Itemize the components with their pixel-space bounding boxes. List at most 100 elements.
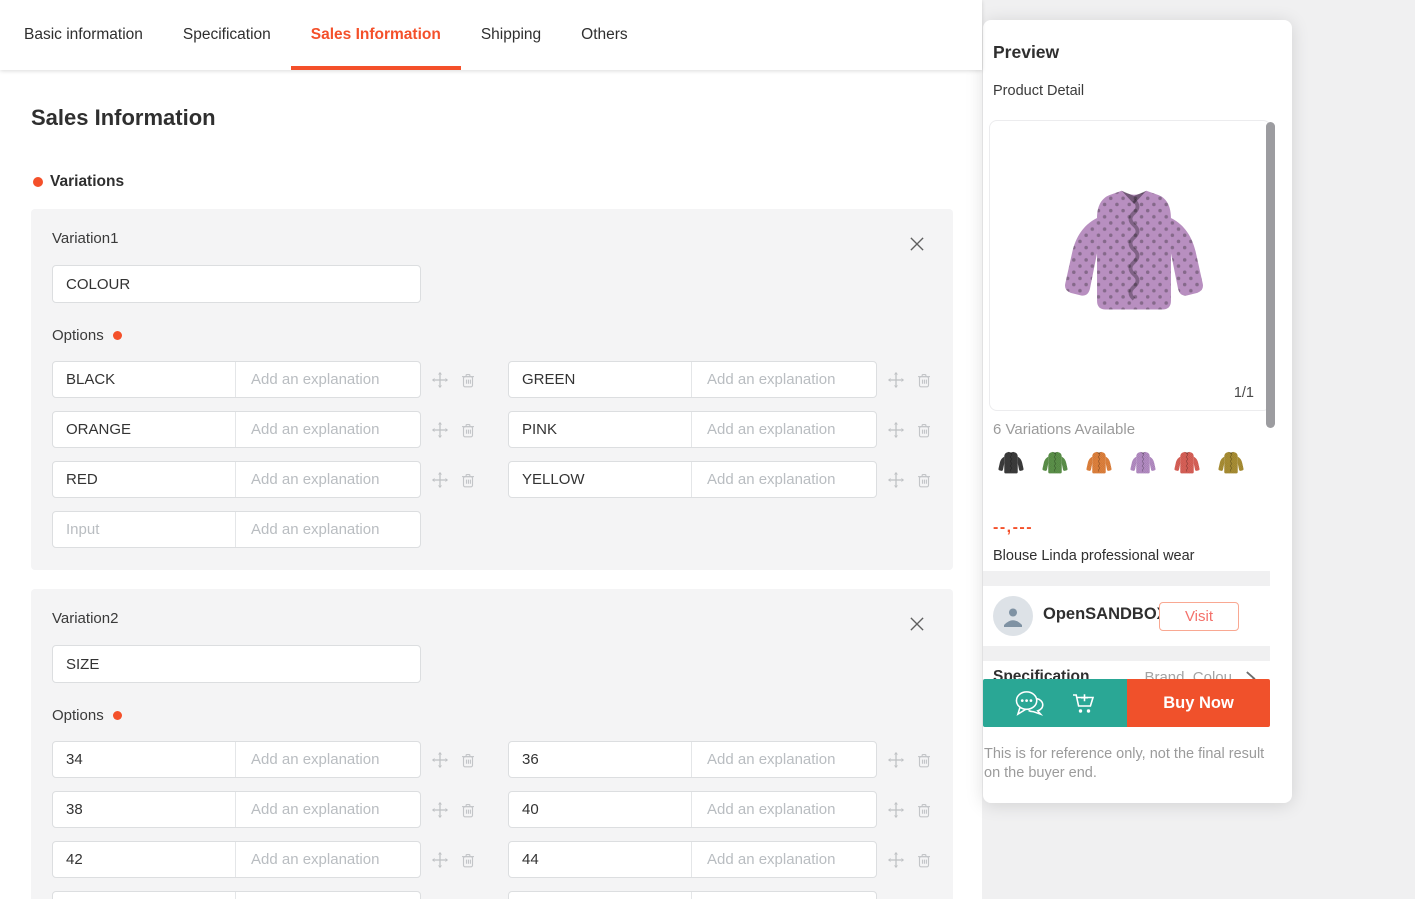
option-value-input[interactable] — [53, 892, 236, 899]
chat-icon[interactable] — [1013, 689, 1046, 718]
tab-shipping[interactable]: Shipping — [481, 0, 541, 70]
drag-handle-icon[interactable] — [887, 801, 905, 819]
variation2-label: Variation2 — [52, 610, 119, 627]
option-value-input[interactable] — [53, 792, 236, 827]
delete-option-icon[interactable] — [915, 421, 933, 439]
drag-handle-icon[interactable] — [431, 851, 449, 869]
variant-thumbnail-black[interactable] — [995, 448, 1027, 479]
option-explanation-input[interactable] — [236, 792, 420, 827]
option-explanation-input[interactable] — [236, 742, 420, 777]
close-icon[interactable] — [909, 236, 925, 252]
option-explanation-input[interactable] — [692, 792, 876, 827]
drag-handle-icon[interactable] — [431, 751, 449, 769]
drag-handle-icon[interactable] — [887, 471, 905, 489]
delete-option-icon[interactable] — [459, 371, 477, 389]
delete-option-icon[interactable] — [459, 421, 477, 439]
drag-handle-icon[interactable] — [887, 751, 905, 769]
action-bar-left — [983, 679, 1127, 727]
variations-available-label: 6 Variations Available — [993, 421, 1136, 438]
preview-subtitle: Product Detail — [993, 83, 1085, 99]
option-explanation-input[interactable] — [692, 742, 876, 777]
delete-option-icon[interactable] — [459, 471, 477, 489]
add-to-cart-icon[interactable] — [1071, 691, 1097, 715]
delete-option-icon[interactable] — [915, 371, 933, 389]
drag-handle-icon[interactable] — [887, 371, 905, 389]
preview-title: Preview — [993, 42, 1060, 62]
option-value-input[interactable] — [509, 842, 692, 877]
drag-handle-icon[interactable] — [431, 371, 449, 389]
tab-basic-information[interactable]: Basic information — [24, 0, 143, 70]
action-bar: Buy Now — [983, 679, 1270, 727]
variant-thumbnail-yellow[interactable] — [1215, 448, 1247, 479]
option-explanation-input[interactable] — [236, 512, 420, 547]
variation1-name-input[interactable] — [52, 265, 421, 303]
option-value-input[interactable] — [53, 362, 236, 397]
option-row — [52, 461, 477, 498]
option-value-input[interactable] — [53, 462, 236, 497]
option-explanation-input[interactable] — [692, 892, 876, 899]
option-value-input[interactable] — [509, 362, 692, 397]
preview-disclaimer: This is for reference only, not the fina… — [984, 746, 1265, 781]
preview-panel: Preview Product Detail 1/1 6 Variations … — [983, 20, 1292, 803]
variant-thumbnail-orange[interactable] — [1083, 448, 1115, 479]
option-value-input[interactable] — [509, 462, 692, 497]
variation1-panel: Variation1 Options — [31, 209, 953, 570]
drag-handle-icon[interactable] — [887, 421, 905, 439]
option-explanation-input[interactable] — [692, 842, 876, 877]
options-label: Options — [52, 707, 932, 724]
option-value-input[interactable] — [509, 412, 692, 447]
option-row-new — [52, 511, 477, 548]
variant-thumbnail-red[interactable] — [1171, 448, 1203, 479]
delete-option-icon[interactable] — [459, 751, 477, 769]
drag-handle-icon[interactable] — [431, 421, 449, 439]
buy-now-button[interactable]: Buy Now — [1127, 679, 1270, 727]
option-explanation-input[interactable] — [692, 412, 876, 447]
product-image: 1/1 — [989, 120, 1271, 411]
variation2-panel: Variation2 Options — [31, 589, 953, 899]
drag-handle-icon[interactable] — [431, 471, 449, 489]
variation1-options-grid — [52, 361, 932, 548]
variant-thumbnail-green[interactable] — [1039, 448, 1071, 479]
option-explanation-input[interactable] — [692, 462, 876, 497]
option-value-input[interactable] — [509, 792, 692, 827]
drag-handle-icon[interactable] — [431, 801, 449, 819]
page-title: Sales Information — [31, 105, 216, 130]
option-explanation-input[interactable] — [236, 412, 420, 447]
drag-handle-icon[interactable] — [887, 851, 905, 869]
preview-scrollbar[interactable] — [1266, 122, 1275, 428]
option-explanation-input[interactable] — [692, 362, 876, 397]
required-dot-icon — [112, 331, 122, 340]
delete-option-icon[interactable] — [915, 801, 933, 819]
option-value-input[interactable] — [53, 512, 236, 547]
required-dot-icon — [112, 711, 122, 720]
delete-option-icon[interactable] — [459, 801, 477, 819]
delete-option-icon[interactable] — [915, 751, 933, 769]
tab-bar: Basic information Specification Sales In… — [0, 0, 982, 70]
delete-option-icon[interactable] — [459, 851, 477, 869]
product-title: Blouse Linda professional wear — [993, 548, 1195, 564]
tab-specification[interactable]: Specification — [183, 0, 271, 70]
delete-option-icon[interactable] — [915, 851, 933, 869]
option-value-input[interactable] — [53, 842, 236, 877]
variation2-name-input[interactable] — [52, 645, 421, 683]
option-explanation-input[interactable] — [236, 892, 420, 899]
option-row — [52, 741, 477, 778]
option-value-input[interactable] — [53, 742, 236, 777]
seller-avatar — [993, 596, 1033, 636]
option-value-input[interactable] — [509, 892, 692, 899]
option-value-input[interactable] — [509, 742, 692, 777]
option-value-input[interactable] — [53, 412, 236, 447]
tab-others[interactable]: Others — [581, 0, 628, 70]
tab-sales-information[interactable]: Sales Information — [290, 0, 461, 70]
option-explanation-input[interactable] — [236, 462, 420, 497]
variant-thumbnail-pink[interactable] — [1127, 448, 1159, 479]
delete-option-icon[interactable] — [915, 471, 933, 489]
visit-button[interactable]: Visit — [1159, 602, 1239, 631]
variation1-label: Variation1 — [52, 230, 119, 247]
option-explanation-input[interactable] — [236, 362, 420, 397]
close-icon[interactable] — [909, 616, 925, 632]
price-placeholder: --,--- — [993, 519, 1034, 536]
sales-information-form: Sales Information Variations Variation1 … — [0, 70, 982, 899]
option-explanation-input[interactable] — [236, 842, 420, 877]
options-label: Options — [52, 327, 932, 344]
